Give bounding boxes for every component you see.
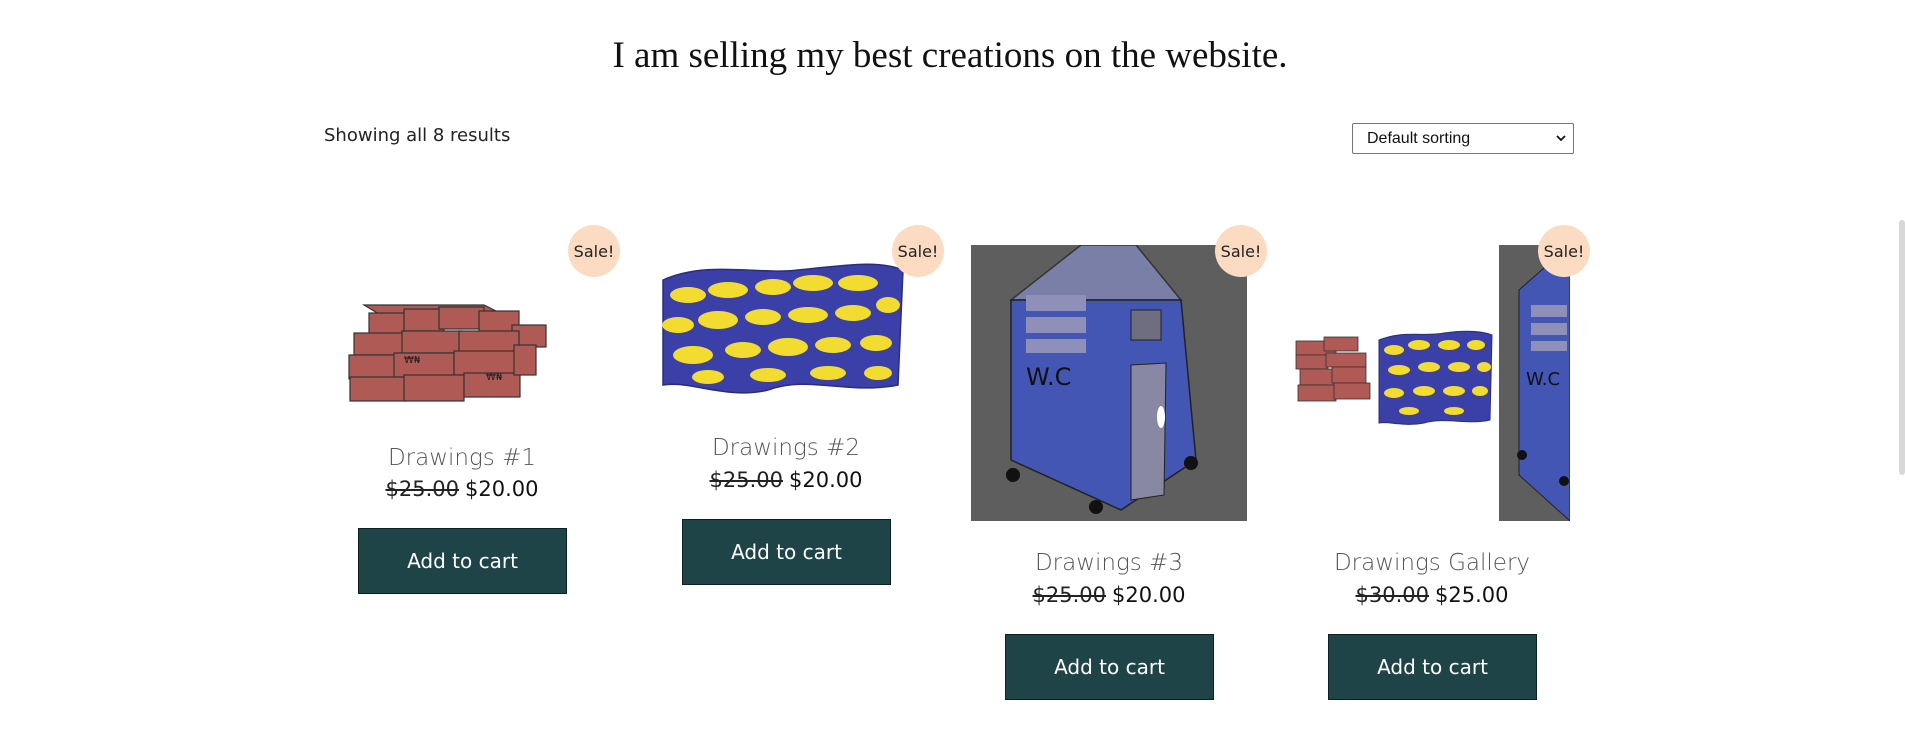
sale-badge: Sale! <box>892 225 944 277</box>
product-price: $25.00 $20.00 <box>971 583 1247 607</box>
sale-price: $20.00 <box>1112 583 1186 607</box>
add-to-cart-button[interactable]: Add to cart <box>358 528 567 594</box>
add-to-cart-button[interactable]: Add to cart <box>1005 634 1214 700</box>
add-to-cart-button[interactable]: Add to cart <box>1328 634 1537 700</box>
product-price: $25.00 $20.00 <box>648 468 924 492</box>
old-price: $25.00 <box>1032 583 1106 607</box>
svg-text:₩₦: ₩₦ <box>404 355 421 366</box>
gallery-cabin-label: W.C <box>1526 369 1560 390</box>
product-price: $25.00 $20.00 <box>324 477 600 501</box>
sale-badge: Sale! <box>1538 225 1590 277</box>
svg-text:₩₦: ₩₦ <box>486 372 503 383</box>
cabin-label: W.C <box>1026 363 1071 391</box>
sort-select[interactable]: Default sorting <box>1352 123 1574 154</box>
sale-price: $25.00 <box>1435 583 1509 607</box>
chevron-down-icon <box>1556 135 1566 142</box>
old-price: $25.00 <box>385 477 459 501</box>
page-scrollbar[interactable] <box>1899 220 1905 475</box>
product-title[interactable]: Drawings #3 <box>971 550 1247 576</box>
product-card: Sale! Drawings #2 $25.00 $20.00 Add to ca… <box>648 225 944 595</box>
product-title[interactable]: Drawings Gallery <box>1294 550 1570 576</box>
product-title[interactable]: Drawings #1 <box>324 445 600 471</box>
product-card: W.C Sale! Drawings Gallery $30.00 $25.00 … <box>1294 225 1590 705</box>
product-image-wc-cabin[interactable]: W.C <box>971 245 1247 521</box>
product-title[interactable]: Drawings #2 <box>648 435 924 461</box>
product-card: W.C Sale! Drawings #3 $25.00 $20.00 Add t… <box>971 225 1267 705</box>
product-card: ₩₦ ₩₦ Sale! Drawings #1 $25.00 $20.00 Add… <box>324 225 620 595</box>
page-title: I am selling my best creations on the we… <box>612 35 1288 76</box>
sort-select-value: Default sorting <box>1367 129 1471 147</box>
sale-badge: Sale! <box>568 225 620 277</box>
old-price: $30.00 <box>1355 583 1429 607</box>
sale-price: $20.00 <box>789 468 863 492</box>
product-price: $30.00 $25.00 <box>1294 583 1570 607</box>
results-count: Showing all 8 results <box>324 125 511 146</box>
old-price: $25.00 <box>709 468 783 492</box>
product-image-gallery[interactable]: W.C <box>1294 245 1570 521</box>
sale-price: $20.00 <box>465 477 539 501</box>
sale-badge: Sale! <box>1215 225 1267 277</box>
add-to-cart-button[interactable]: Add to cart <box>682 519 891 585</box>
